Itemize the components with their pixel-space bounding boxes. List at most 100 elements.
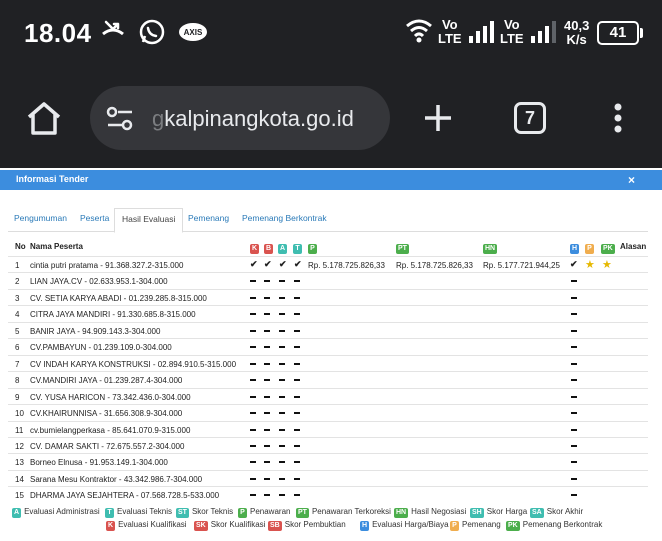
dash-icon [264, 346, 270, 349]
row-no: 1 [15, 261, 20, 270]
battery-indicator: 41 [597, 21, 639, 45]
dash-icon [264, 444, 270, 447]
address-bar[interactable]: gkalpinangkota.go.id [90, 86, 390, 150]
row-name: cintia putri pratama - 91.368.327.2-315.… [30, 261, 184, 270]
close-icon[interactable]: × [628, 173, 635, 187]
dash-icon [294, 313, 300, 316]
dash-icon [294, 494, 300, 497]
dash-icon [571, 329, 577, 332]
legend-item: A Evaluasi Administrasi [12, 507, 100, 518]
plus-icon [425, 105, 451, 131]
axis-app-icon: AXIS [178, 22, 208, 47]
dash-icon [264, 412, 270, 415]
row-no: 11 [15, 425, 24, 435]
dash-icon [250, 379, 256, 382]
table-row: 4 CITRA JAYA MANDIRI - 91.330.685.8-315.0… [8, 305, 648, 321]
row-no: 2 [15, 277, 20, 287]
dash-icon [294, 461, 300, 464]
col-header-alasan: Alasan [620, 242, 647, 251]
col-header-hn: HN [483, 244, 498, 254]
row-no: 4 [15, 310, 20, 320]
tab-count: 7 [514, 102, 546, 134]
dash-icon [571, 346, 577, 349]
row-name: CV.MANDIRI JAYA - 01.239.287.4-304.000 [30, 376, 183, 386]
dash-icon [294, 477, 300, 480]
dash-icon [250, 346, 256, 349]
legend-item: H Evaluasi Harga/Biaya [360, 520, 449, 531]
home-button[interactable] [20, 94, 68, 142]
row-no: 8 [15, 376, 20, 386]
dash-icon [250, 296, 256, 299]
net-speed: 40,3 K/s [564, 18, 590, 47]
tab-pengumuman[interactable]: Pengumuman [14, 213, 67, 223]
tab-pemenang[interactable]: Pemenang [188, 213, 229, 223]
dash-icon [294, 362, 300, 365]
table-row: 12 CV. DAMAR SAKTI - 72.675.557.2-304.000 [8, 436, 648, 453]
row-penawaran-terkoreksi: Rp. 5.178.725.826,33 [396, 261, 473, 270]
dash-icon [294, 346, 300, 349]
row-no: 14 [15, 474, 24, 484]
col-header-p: P [308, 243, 317, 254]
dash-icon [264, 313, 270, 316]
table-row: 2 LIAN JAYA.CV - 02.633.953.1-304.000 [8, 272, 648, 288]
table-row: 13 Borneo Elnusa - 91.953.149.1-304.000 [8, 453, 648, 469]
tab-hasil-evaluasi[interactable]: Hasil Evaluasi [114, 208, 184, 233]
missed-call-icon [100, 18, 126, 49]
col-header-name: Nama Peserta [30, 242, 83, 251]
table-row: 8 CV.MANDIRI JAYA - 01.239.287.4-304.000 [8, 371, 648, 387]
row-no: 3 [15, 293, 20, 303]
tab-pemenang-berkontrak[interactable]: Pemenang Berkontrak [242, 213, 327, 223]
dash-icon [279, 412, 285, 415]
dash-icon [571, 444, 577, 447]
legend-item: P Penawaran [238, 507, 290, 518]
col-header-k: K [250, 244, 260, 254]
dash-icon [279, 395, 285, 398]
legend-item: SA Skor Akhir [530, 507, 584, 518]
row-name: CV.KHAIRUNNISA - 31.656.308.9-304.000 [30, 409, 183, 419]
legend-item: K Evaluasi Kualifikasi [106, 520, 187, 531]
tab-switcher-button[interactable]: 7 [506, 94, 554, 142]
check-icon: ✔ [250, 259, 258, 269]
more-vert-icon [614, 103, 622, 133]
dash-icon [264, 461, 270, 464]
dash-icon [294, 280, 300, 283]
dash-icon [571, 461, 577, 464]
table-row: 5 BANIR JAYA - 94.909.143.3-304.000 [8, 321, 648, 338]
dash-icon [571, 412, 577, 415]
status-time: 18.04 [24, 18, 92, 48]
url-text: gkalpinangkota.go.id [152, 106, 354, 131]
dash-icon [250, 428, 256, 431]
row-name: BANIR JAYA - 94.909.143.3-304.000 [30, 326, 161, 336]
new-tab-button[interactable] [414, 94, 462, 142]
table-row: 7 CV INDAH KARYA KONSTRUKSI - 02.894.910.… [8, 354, 648, 371]
check-icon: ✔ [570, 259, 578, 269]
row-name: CITRA JAYA MANDIRI - 91.330.685.8-315.00… [30, 310, 196, 320]
col-header-h: H [570, 244, 580, 254]
col-header-no: No [15, 242, 26, 251]
legend-item: SK Skor Kualifikasi [194, 520, 266, 531]
tab-peserta[interactable]: Peserta [80, 213, 109, 223]
row-no: 6 [15, 343, 20, 353]
col-header-pemenang: P [585, 243, 594, 254]
legend-item: T Evaluasi Teknis [105, 507, 172, 518]
dash-icon [571, 280, 577, 283]
dash-icon [250, 444, 256, 447]
dash-icon [279, 477, 285, 480]
dash-icon [250, 395, 256, 398]
table-row: 11 cv.bumielangperkasa - 85.641.070.9-315… [8, 420, 648, 437]
dash-icon [264, 395, 270, 398]
col-header-pt: PT [396, 244, 409, 254]
battery-tip [640, 28, 643, 38]
dash-icon [571, 428, 577, 431]
row-name: Borneo Elnusa - 91.953.149.1-304.000 [30, 458, 168, 468]
dash-icon [294, 379, 300, 382]
overflow-menu-button[interactable] [594, 94, 642, 142]
row-penawaran: Rp. 5.178.725.826,33 [308, 261, 385, 270]
col-header-t: T [293, 243, 302, 254]
dash-icon [264, 329, 270, 332]
dash-icon [571, 362, 577, 365]
site-settings-icon[interactable] [106, 106, 134, 137]
row-no: 15 [15, 491, 24, 501]
table-row: 6 CV.PAMBAYUN - 01.239.109.0-304.000 [8, 338, 648, 354]
status-bar: 18.04 AXIS Vo LTE Vo LTE 40,3 K/s 41 [0, 0, 662, 68]
